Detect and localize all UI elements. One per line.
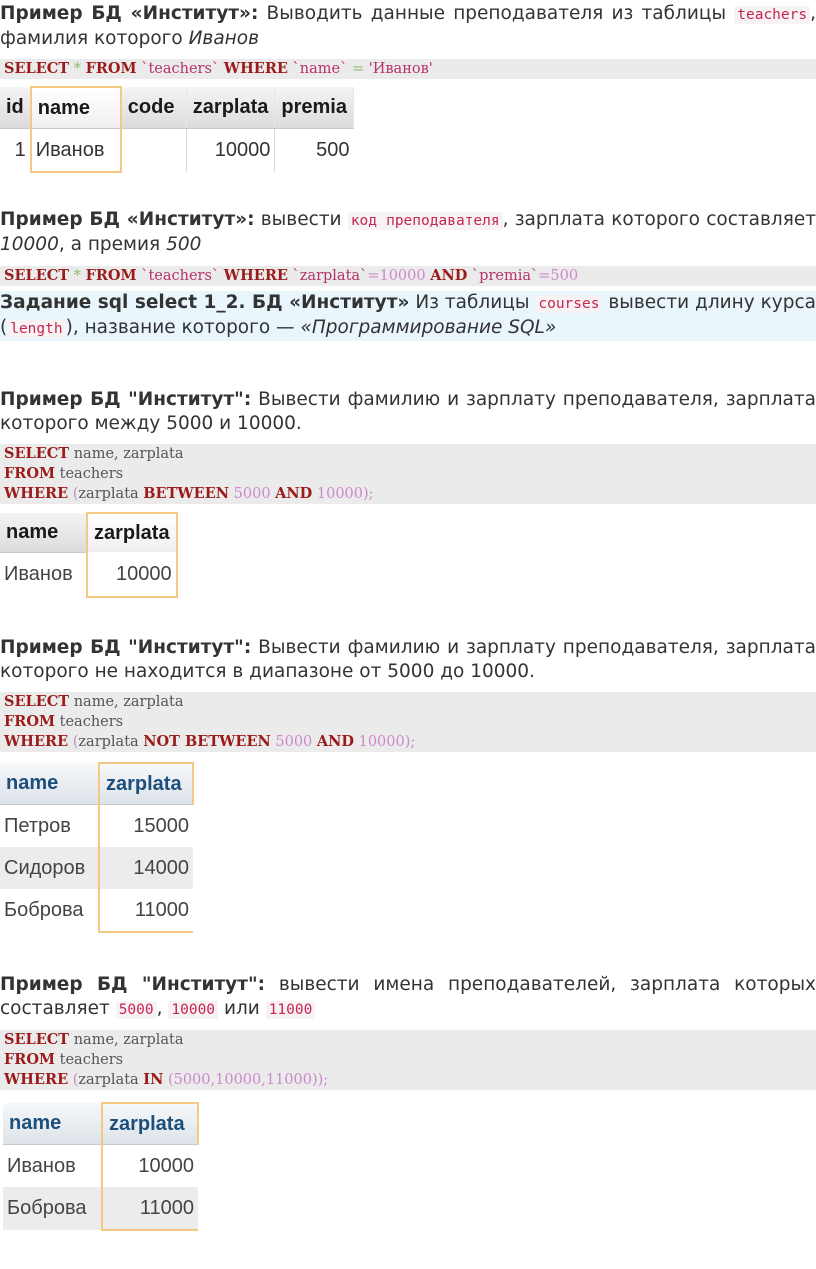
task-description: Задание sql select 1_2. БД «Институт» Из… <box>0 291 816 341</box>
result-table-5: name zarplata Иванов 10000 Боброва 11000 <box>3 1102 199 1231</box>
sql-query-2: SELECT * FROM `teachers` WHERE `zarplata… <box>0 266 816 286</box>
table-row: Боброва 11000 <box>3 1187 198 1231</box>
inline-code-courses: courses <box>535 295 603 313</box>
inline-code-5000: 5000 <box>115 1001 157 1019</box>
example-4-label: Пример БД "Институт": <box>0 637 252 658</box>
table-row: Сидоров 14000 <box>0 847 193 889</box>
table-row: 1 Иванов 10000 500 <box>0 128 353 173</box>
inline-code-teacher-code: код преподавателя <box>347 212 503 230</box>
result-table-4: name zarplata Петров 15000 Сидоров 14000… <box>0 762 194 933</box>
example-1-description: Пример БД «Институт»: Выводить данные пр… <box>0 3 816 49</box>
example-4-description: Пример БД "Институт": Вывести фамилию и … <box>0 637 816 682</box>
table-row: Иванов 10000 <box>3 1144 198 1187</box>
example-1-label: Пример БД «Институт»: <box>0 3 259 24</box>
table-header-row: name zarplata <box>0 512 178 553</box>
result-table-3: name zarplata Иванов 10000 <box>0 512 178 598</box>
example-3-label: Пример БД "Институт": <box>0 389 252 410</box>
example-5-description: Пример БД "Институт": вывести имена преп… <box>0 974 816 1019</box>
table-row: Иванов 10000 <box>0 552 178 598</box>
inline-code-11000: 11000 <box>265 1001 316 1019</box>
inline-code-length: length <box>7 320 66 338</box>
result-table-1: id name code zarplata premia 1 Иванов 10… <box>0 86 354 173</box>
task-label: Задание sql select 1_2. БД «Институт» <box>0 292 410 313</box>
table-row: Петров 15000 <box>0 804 193 847</box>
table-header-row: name zarplata <box>3 1102 199 1145</box>
inline-code-10000: 10000 <box>168 1001 219 1019</box>
sql-query-5: SELECT name, zarplata FROM teachers WHER… <box>0 1030 816 1090</box>
sql-query-4: SELECT name, zarplata FROM teachers WHER… <box>0 692 816 752</box>
table-row: Боброва 11000 <box>0 889 193 933</box>
sql-query-1: SELECT * FROM `teachers` WHERE `name` = … <box>0 59 816 79</box>
example-2-description: Пример БД «Институт»: вывести код препод… <box>0 209 816 255</box>
sql-query-3: SELECT name, zarplata FROM teachers WHER… <box>0 444 816 504</box>
example-3-description: Пример БД "Институт": Вывести фамилию и … <box>0 389 816 434</box>
inline-code-teachers: teachers <box>734 6 811 24</box>
table-header-row: name zarplata <box>0 762 194 805</box>
table-header-row: id name code zarplata premia <box>0 86 354 129</box>
example-2-label: Пример БД «Институт»: <box>0 209 255 230</box>
example-5-label: Пример БД "Институт": <box>0 974 265 995</box>
